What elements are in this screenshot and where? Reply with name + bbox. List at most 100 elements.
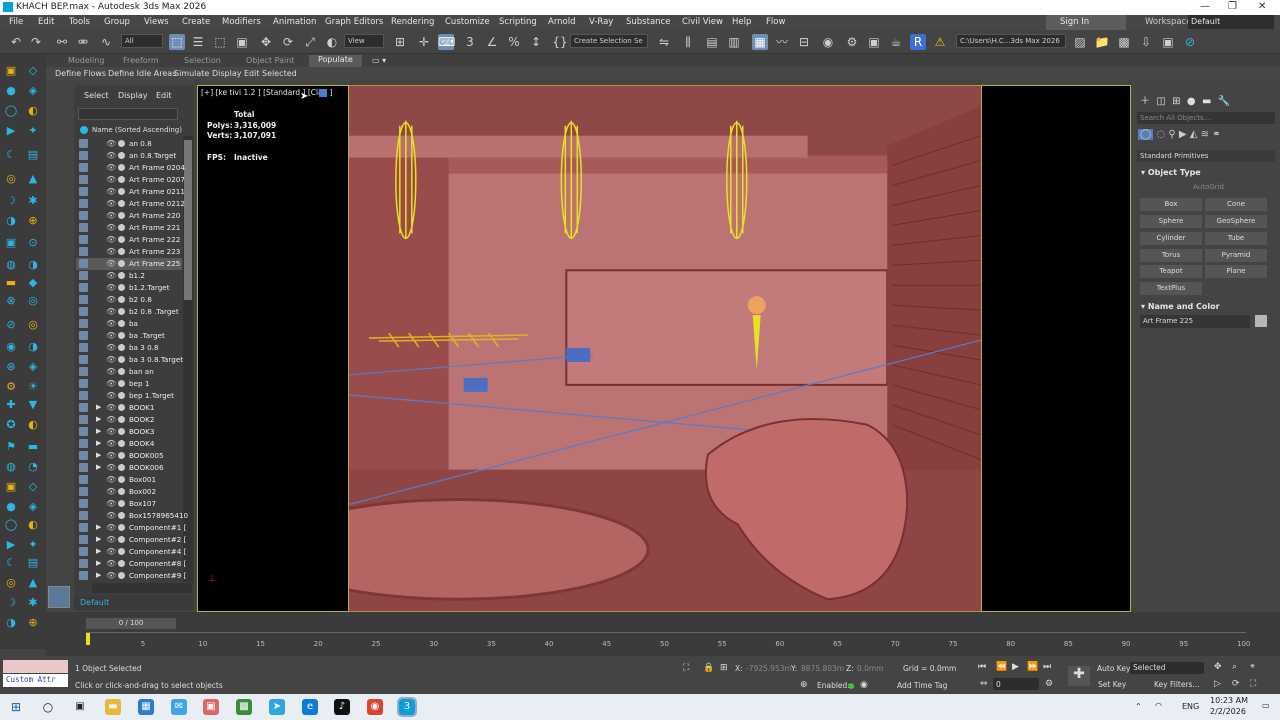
toggle-ribbon-icon[interactable]: ▦	[752, 34, 768, 50]
input-language[interactable]: ENG	[1182, 702, 1199, 711]
bind-spacewarp-icon[interactable]: ∿	[98, 34, 114, 50]
visibility-eye-icon[interactable]: 👁	[106, 475, 116, 484]
mail-icon[interactable]: ✉	[171, 699, 187, 715]
left-tool-icon-50[interactable]: ▤	[26, 556, 40, 570]
left-tool-icon-42[interactable]: ◇	[26, 480, 40, 494]
key-selection-select[interactable]: Selected	[1130, 662, 1204, 674]
name-color-title[interactable]: ▾ Name and Color	[1141, 302, 1220, 311]
left-tool-icon-18[interactable]: ⊙	[26, 236, 40, 250]
scene-explorer-icon[interactable]: ▤	[704, 34, 720, 50]
shapes-icon[interactable]: ◌	[1156, 129, 1165, 140]
left-tool-icon-52[interactable]: ▲	[26, 576, 40, 590]
layer-explorer-icon[interactable]: ▥	[726, 34, 742, 50]
scene-item[interactable]: ▶ 👁 Component#4 [	[76, 546, 186, 558]
visibility-eye-icon[interactable]: 👁	[106, 163, 116, 172]
kitchen-scene-render[interactable]	[348, 85, 982, 612]
y-coordinate-field[interactable]: 8875.803m	[801, 664, 844, 673]
zoom-all-icon[interactable]: ⌖	[1250, 662, 1255, 672]
curve-editor-icon[interactable]: 〰	[774, 34, 790, 50]
visibility-eye-icon[interactable]: 👁	[106, 499, 116, 508]
transform-mode-icon[interactable]: ⊞	[720, 663, 728, 673]
left-tool-icon-27[interactable]: ◉	[4, 340, 18, 354]
left-tool-icon-17[interactable]: ▣	[4, 236, 18, 250]
menu-file[interactable]: File	[9, 17, 23, 27]
visibility-eye-icon[interactable]: 👁	[106, 247, 116, 256]
viewport-color-swatch[interactable]	[319, 89, 327, 97]
create-torus-button[interactable]: Torus	[1140, 249, 1202, 262]
visibility-eye-icon[interactable]: 👁	[106, 427, 116, 436]
key-filters-button[interactable]: Key Filters...	[1154, 680, 1200, 689]
freeze-dot-icon[interactable]	[118, 212, 125, 219]
freeze-dot-icon[interactable]	[118, 476, 125, 483]
tab-select[interactable]: Select	[84, 91, 109, 100]
menu-substance[interactable]: Substance	[626, 17, 670, 27]
menu-customize[interactable]: Customize	[445, 17, 490, 27]
z-coordinate-field[interactable]: 0.0mm	[857, 664, 884, 673]
scene-item[interactable]: 👁 bep 1	[76, 378, 182, 390]
freeze-dot-icon[interactable]	[118, 272, 125, 279]
scene-item[interactable]: 👁 Art Frame 221	[76, 222, 182, 234]
menu-flow[interactable]: Flow	[766, 17, 785, 27]
left-tool-icon-31[interactable]: ⚙	[4, 380, 18, 394]
freeze-dot-icon[interactable]	[118, 572, 125, 579]
motion-tab-icon[interactable]: ●	[1187, 96, 1196, 107]
file-explorer-icon[interactable]: ▬	[105, 699, 121, 715]
visibility-eye-icon[interactable]: 👁	[106, 199, 116, 208]
tab-display[interactable]: Display	[118, 91, 148, 100]
spinner-snap-icon[interactable]: ↕	[528, 34, 544, 50]
keyboard-shortcut-icon[interactable]: ⌨	[438, 34, 455, 50]
maximize-icon[interactable]: ❐	[1228, 1, 1237, 12]
left-tool-icon-39[interactable]: ◍	[4, 460, 18, 474]
create-pyramid-button[interactable]: Pyramid	[1205, 249, 1267, 262]
define-idle-areas-button[interactable]: Define Idle Areas	[108, 69, 176, 78]
scene-item[interactable]: 👁 Art Frame 0204	[76, 162, 185, 174]
time-tag-icon[interactable]: ⊕	[800, 680, 808, 690]
left-tool-icon-30[interactable]: ◈	[26, 360, 40, 374]
display-tab-icon[interactable]: ▬	[1202, 96, 1211, 107]
menu-civil-view[interactable]: Civil View	[682, 17, 723, 27]
scene-item[interactable]: ▶ 👁 Component#1 [	[76, 522, 186, 534]
app-icon[interactable]: ▩	[236, 699, 252, 715]
freeze-dot-icon[interactable]	[118, 548, 125, 555]
maxscript-input[interactable]: Custom Attr	[3, 674, 68, 687]
scene-item[interactable]: 👁 b2 0.8 .Target	[76, 306, 182, 318]
left-tool-icon-13[interactable]: ☽	[4, 194, 18, 208]
left-tool-icon-2[interactable]: ◇	[26, 64, 40, 78]
close-icon[interactable]: ✕	[1258, 1, 1266, 12]
visibility-eye-icon[interactable]: 👁	[106, 355, 116, 364]
left-tool-icon-45[interactable]: ◯	[4, 518, 18, 532]
spacewarps-icon[interactable]: ≋	[1201, 129, 1209, 140]
left-tool-icon-34[interactable]: ▼	[26, 398, 40, 412]
freeze-dot-icon[interactable]	[118, 488, 125, 495]
menu-scripting[interactable]: Scripting	[499, 17, 537, 27]
visibility-eye-icon[interactable]: 👁	[106, 319, 116, 328]
viewport-label[interactable]: [+] [ke tivi 1.2 ] [Standard ] [Clay ]	[201, 88, 332, 97]
selection-filter-select[interactable]: All	[121, 34, 163, 48]
create-tab-icon[interactable]: ＋	[1140, 96, 1150, 107]
tiktok-icon[interactable]: ♪	[334, 699, 350, 715]
zoom-icon[interactable]: ⌕	[1232, 662, 1237, 672]
set-key-button[interactable]: Set Key	[1098, 680, 1126, 689]
menu-group[interactable]: Group	[104, 17, 130, 27]
align-icon[interactable]: ⫼	[680, 34, 696, 50]
geometry-icon[interactable]: ◯	[1138, 129, 1154, 140]
clock-date[interactable]: 2/2/2026	[1210, 707, 1246, 716]
define-flows-button[interactable]: Define Flows	[55, 69, 106, 78]
menu-create[interactable]: Create	[182, 17, 210, 27]
scene-item[interactable]: 👁 bep 1.Target	[76, 390, 182, 402]
scene-item[interactable]: 👁 Art Frame 0212	[76, 198, 185, 210]
ribbon-options-icon[interactable]: ▭ ▾	[372, 56, 386, 65]
freeze-dot-icon[interactable]	[118, 248, 125, 255]
freeze-dot-icon[interactable]	[118, 188, 125, 195]
wifi-icon[interactable]: ◠	[1155, 701, 1162, 710]
scene-item[interactable]: ▶ 👁 BOOK005	[76, 450, 182, 462]
object-type-title[interactable]: ▾ Object Type	[1141, 168, 1201, 177]
edit-named-selection-icon[interactable]: {}	[552, 34, 568, 50]
freeze-dot-icon[interactable]	[118, 200, 125, 207]
visibility-eye-icon[interactable]: 👁	[106, 439, 116, 448]
menu-graph-editors[interactable]: Graph Editors	[325, 17, 383, 27]
freeze-dot-icon[interactable]	[118, 152, 125, 159]
set-key-big-icon[interactable]: ✚	[1068, 666, 1090, 686]
current-frame-field[interactable]: 0	[993, 678, 1039, 690]
expand-arrow-icon[interactable]: ▶	[96, 559, 101, 567]
